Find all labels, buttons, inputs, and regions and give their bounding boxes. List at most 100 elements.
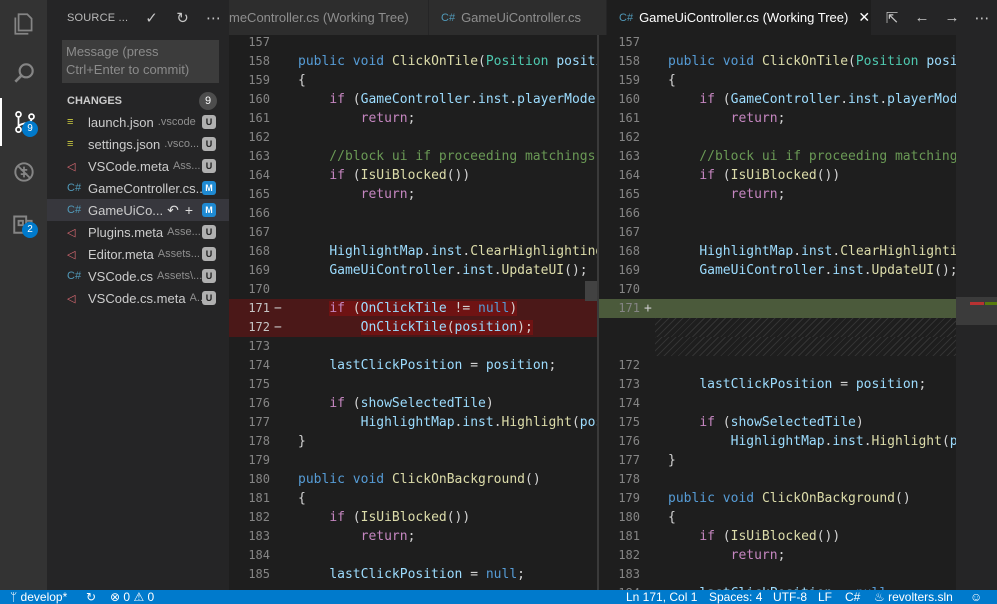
changed-file-item[interactable]: ◁ VSCode.cs.meta A... U: [47, 287, 229, 309]
close-icon[interactable]: ✕: [858, 9, 870, 26]
extensions-button[interactable]: 2: [0, 199, 47, 247]
overview-ruler[interactable]: [956, 35, 997, 590]
line-number: 159: [618, 73, 640, 87]
tab-gamecontroller-working-tree[interactable]: meController.cs (Working Tree): [229, 0, 429, 35]
line-number: 157: [618, 35, 640, 49]
code-line: 174: [599, 394, 997, 413]
line-number: 181: [618, 529, 640, 543]
unity-meta-icon: ◁: [67, 292, 76, 305]
line-number: 169: [618, 263, 640, 277]
code-line: 176 HighlightMap.inst.Highlight(position…: [599, 432, 997, 451]
line-number: 167: [618, 225, 640, 239]
stage-changes-icon[interactable]: +: [185, 202, 193, 218]
code-line: 181 if (IsUiBlocked()): [599, 527, 997, 546]
line-number: 179: [248, 453, 270, 467]
code-line: 176 if (showSelectedTile): [229, 394, 597, 413]
open-file-icon[interactable]: ⇱: [877, 9, 907, 27]
commit-check-icon[interactable]: ✓: [136, 9, 167, 27]
line-number: 162: [618, 130, 640, 144]
code-line: 160 if (GameController.inst.playerMode): [599, 90, 997, 109]
commit-message-input[interactable]: Message (press Ctrl+Enter to commit): [62, 40, 219, 83]
line-number: 172: [618, 358, 640, 372]
error-count: 0: [123, 590, 131, 604]
code-line: 164 if (IsUiBlocked()): [599, 166, 997, 185]
code-line: 178}: [229, 432, 597, 451]
debug-button[interactable]: [0, 148, 47, 196]
discard-changes-icon[interactable]: ↶: [167, 202, 179, 219]
indentation[interactable]: Spaces: 4: [709, 589, 762, 604]
inserted-line: 171 +: [599, 299, 997, 318]
feedback-icon[interactable]: ☺: [970, 589, 982, 604]
code-line: 175 if (showSelectedTile): [599, 413, 997, 432]
branch-indicator[interactable]: ᛘ develop*: [10, 589, 67, 604]
solution-name: revolters.sln: [888, 590, 953, 604]
code-text: return;: [360, 111, 416, 126]
tab-label: meController.cs (Working Tree): [229, 10, 409, 25]
changed-file-item[interactable]: ◁ Plugins.meta Asse... U: [47, 221, 229, 243]
changed-file-item[interactable]: ≡ launch.json .vscode U: [47, 111, 229, 133]
code-line: 159 {: [599, 71, 997, 90]
code-text: return;: [360, 187, 416, 202]
diff-modified-editor[interactable]: 157 158 public void ClickOnTile(Position p…: [599, 35, 997, 590]
line-number: 166: [618, 206, 640, 220]
search-button[interactable]: [0, 49, 47, 97]
more-actions-icon[interactable]: ⋯: [198, 9, 229, 27]
code-line: 166: [599, 204, 997, 223]
line-number: 177: [618, 453, 640, 467]
code-line: 185 lastClickPosition = null;: [229, 565, 597, 584]
changed-file-item[interactable]: C# VSCode.cs Assets\... U: [47, 265, 229, 287]
code-text: public void ClickOnTile(Position positio…: [668, 54, 997, 69]
source-control-button[interactable]: 9: [0, 98, 47, 146]
line-ending[interactable]: LF: [818, 589, 832, 604]
line-number: 170: [248, 282, 270, 296]
json-file-icon: ≡: [67, 116, 74, 128]
next-change-icon[interactable]: →: [937, 9, 967, 26]
line-number: 164: [618, 168, 640, 182]
file-status-badge: U: [202, 115, 216, 129]
code-text: lastClickPosition = position;: [329, 358, 557, 373]
cursor-position[interactable]: Ln 171, Col 1: [626, 589, 697, 604]
csharp-file-icon: C#: [67, 182, 82, 194]
code-text: public void ClickOnBackground(): [668, 491, 911, 506]
refresh-icon[interactable]: ↻: [167, 9, 198, 27]
code-line: 160 if (GameController.inst.playerMode): [229, 90, 597, 109]
tab-gameuicontroller-working-tree[interactable]: C# GameUiController.cs (Working Tree) ✕: [607, 0, 872, 35]
changes-header[interactable]: CHANGES 9: [47, 90, 229, 112]
code-line: 164 if (IsUiBlocked()): [229, 166, 597, 185]
code-text: HighlightMap.inst.Highlight(position);: [730, 434, 997, 449]
changed-file-item[interactable]: C# GameController.cs... M: [47, 177, 229, 199]
line-number: 157: [248, 35, 270, 49]
editor-actions: ⇱ ← → ⋯: [877, 0, 997, 35]
file-path: .vsco...: [164, 138, 200, 150]
scrollbar-thumb[interactable]: [585, 281, 597, 301]
explorer-button[interactable]: [0, 0, 47, 48]
code-text: return;: [730, 187, 786, 202]
code-text: {: [298, 73, 306, 88]
file-status-badge: M: [202, 203, 216, 217]
changed-file-item[interactable]: C# GameUiCo... M ↶ +: [47, 199, 229, 221]
previous-change-icon[interactable]: ←: [907, 9, 937, 26]
changed-file-item[interactable]: ◁ Editor.meta Assets... U: [47, 243, 229, 265]
changed-file-item[interactable]: ≡ settings.json .vsco... U: [47, 133, 229, 155]
language-mode[interactable]: C#: [845, 589, 860, 604]
encoding[interactable]: UTF-8: [773, 589, 807, 604]
more-actions-icon[interactable]: ⋯: [967, 9, 997, 27]
code-text: public void ClickOnBackground(): [298, 472, 541, 487]
file-status-badge: U: [202, 137, 216, 151]
code-text: public void ClickOnTile(Position positio…: [298, 54, 597, 69]
code-line: 172: [599, 356, 997, 375]
code-line: 165 return;: [229, 185, 597, 204]
line-number: 183: [618, 567, 640, 581]
code-line: 179 public void ClickOnBackground(): [599, 489, 997, 508]
code-text: lastClickPosition = position;: [699, 377, 927, 392]
diff-original-editor[interactable]: 157 158 public void ClickOnTile(Position p…: [229, 35, 597, 590]
line-number: 183: [248, 529, 270, 543]
code-line: 165 return;: [599, 185, 997, 204]
solution-indicator[interactable]: ♨ revolters.sln: [874, 589, 953, 604]
changed-file-item[interactable]: ◁ VSCode.meta Ass... U: [47, 155, 229, 177]
file-name: Editor.meta: [88, 246, 154, 262]
problems-indicator[interactable]: ⊗ 0 ⚠ 0: [110, 589, 154, 604]
line-number: 172: [248, 320, 270, 334]
sync-icon[interactable]: ↻: [86, 589, 96, 604]
tab-gameuicontroller[interactable]: C# GameUiController.cs: [429, 0, 607, 35]
